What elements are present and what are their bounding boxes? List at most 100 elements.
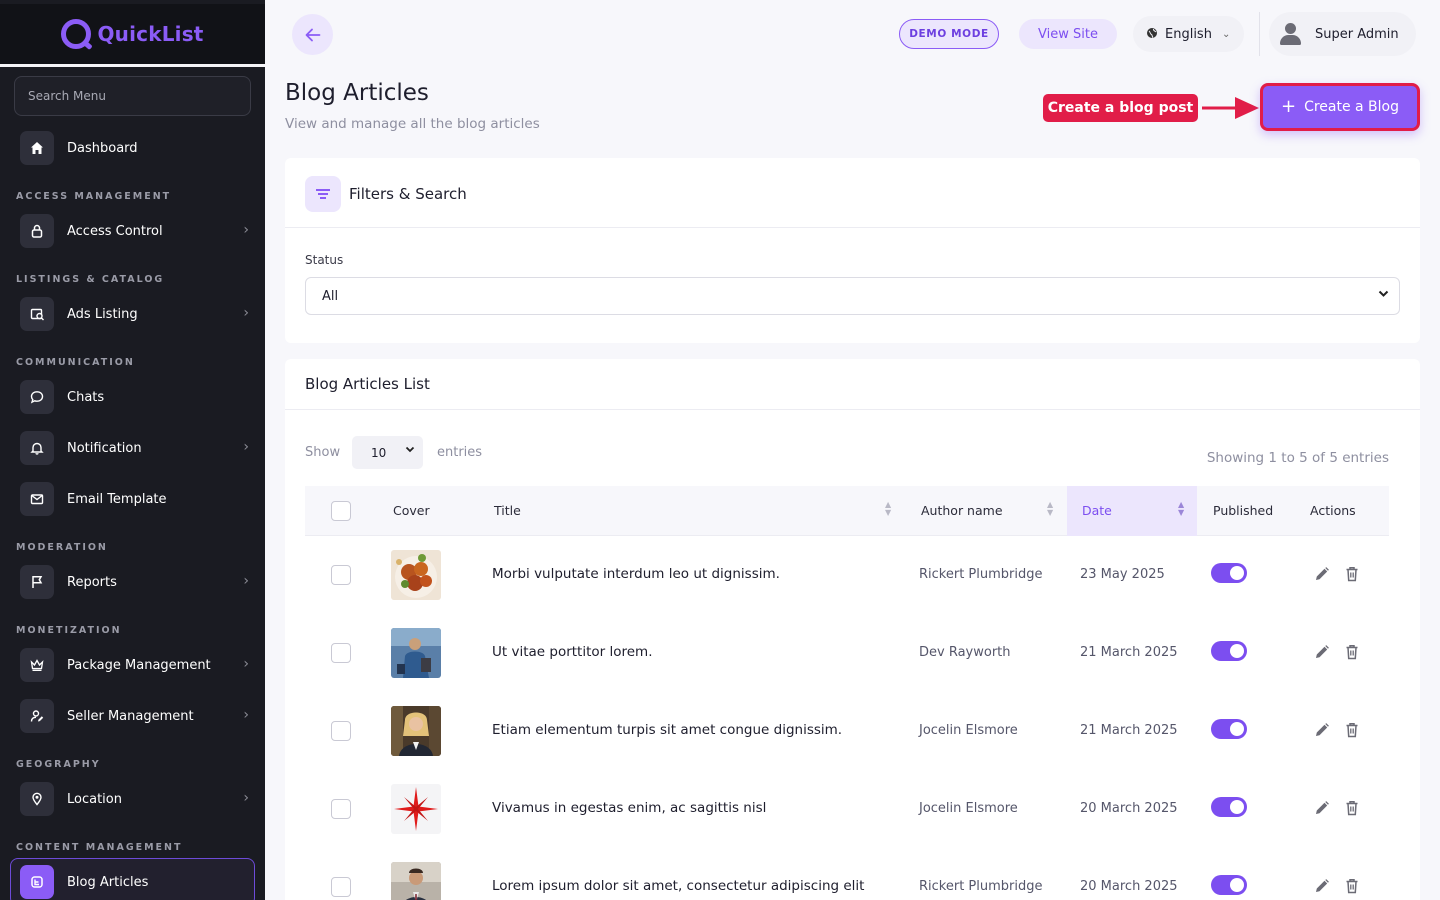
row-checkbox[interactable] — [331, 877, 351, 897]
row-checkbox[interactable] — [331, 799, 351, 819]
column-title[interactable]: Title — [494, 503, 521, 518]
row-checkbox[interactable] — [331, 643, 351, 663]
chevron-right-icon: › — [243, 656, 249, 672]
section-geography: GEOGRAPHY — [16, 759, 101, 770]
row-title[interactable]: Ut vitae porttitor lorem. — [492, 644, 653, 660]
sidebar-item-blog-articles[interactable]: Blog Articles — [20, 865, 255, 899]
row-title[interactable]: Morbi vulputate interdum leo ut dignissi… — [492, 566, 780, 582]
sidebar-item-email-template[interactable]: Email Template — [20, 482, 255, 516]
sidebar-item-location[interactable]: Location › — [20, 782, 255, 816]
ad-search-icon — [20, 297, 54, 331]
filter-icon — [305, 176, 341, 212]
filters-header: Filters & Search — [305, 176, 467, 212]
trash-icon[interactable] — [1343, 799, 1361, 817]
sidebar-item-package-management[interactable]: Package Management › — [20, 648, 255, 682]
page-title: Blog Articles — [285, 80, 429, 106]
quicklist-logo-icon — [61, 19, 92, 49]
column-author[interactable]: Author name — [921, 503, 1003, 518]
brand-logo[interactable]: QuickList — [0, 4, 265, 64]
row-author: Dev Rayworth — [919, 645, 1011, 660]
sidebar-item-label: Dashboard — [67, 140, 138, 156]
sort-icon[interactable]: ▲ ▼ — [1047, 501, 1053, 517]
sidebar-item-dashboard[interactable]: Dashboard — [20, 131, 255, 165]
edit-icon[interactable] — [1313, 877, 1331, 895]
cover-image[interactable] — [391, 862, 441, 900]
sidebar-item-seller-management[interactable]: Seller Management › — [20, 699, 255, 733]
row-title[interactable]: Lorem ipsum dolor sit amet, consectetur … — [492, 878, 864, 894]
sort-icon[interactable]: ▲ ▼ — [1178, 501, 1184, 517]
trash-icon[interactable] — [1343, 721, 1361, 739]
filters-title: Filters & Search — [349, 185, 467, 203]
user-menu[interactable]: Super Admin — [1269, 12, 1416, 56]
sidebar-item-notification[interactable]: Notification › — [20, 431, 255, 465]
lock-icon — [20, 214, 54, 248]
create-blog-button[interactable]: + Create a Blog — [1260, 83, 1420, 131]
row-checkbox[interactable] — [331, 565, 351, 585]
topbar-divider — [1259, 12, 1260, 56]
chevron-right-icon: › — [243, 790, 249, 806]
create-blog-callout: Create a blog post — [1043, 94, 1198, 122]
sidebar: QuickList Search Menu Dashboard ACCESS M… — [0, 0, 265, 900]
row-date: 21 March 2025 — [1080, 723, 1178, 738]
sidebar-item-label: Notification — [67, 440, 142, 456]
table-row: Ut vitae porttitor lorem. Dev Rayworth 2… — [305, 614, 1389, 692]
sidebar-item-chats[interactable]: Chats — [20, 380, 255, 414]
trash-icon[interactable] — [1343, 565, 1361, 583]
show-label: Show — [305, 445, 341, 460]
published-toggle[interactable] — [1211, 563, 1247, 583]
published-toggle[interactable] — [1211, 641, 1247, 661]
published-toggle[interactable] — [1211, 797, 1247, 817]
bell-icon — [20, 431, 54, 465]
status-select[interactable]: All — [305, 277, 1400, 315]
row-author: Rickert Plumbridge — [919, 567, 1043, 582]
page-size-select[interactable]: 10 — [352, 436, 423, 469]
cover-image[interactable] — [391, 784, 441, 834]
blog-list-card: Blog Articles List Show 10 entries Showi… — [285, 359, 1420, 900]
column-actions: Actions — [1310, 503, 1356, 518]
column-published: Published — [1213, 503, 1274, 518]
language-label: English — [1165, 26, 1212, 42]
search-menu-input[interactable]: Search Menu — [14, 76, 251, 116]
row-author: Rickert Plumbridge — [919, 879, 1043, 894]
edit-icon[interactable] — [1313, 799, 1331, 817]
section-monetization: MONETIZATION — [16, 625, 122, 636]
status-label: Status — [305, 253, 344, 267]
edit-icon[interactable] — [1313, 565, 1331, 583]
sidebar-item-reports[interactable]: Reports › — [20, 565, 255, 599]
edit-icon[interactable] — [1313, 643, 1331, 661]
avatar — [1279, 22, 1303, 46]
language-selector[interactable]: English ⌄ — [1133, 16, 1244, 52]
chevron-right-icon: › — [243, 305, 249, 321]
table-row: Morbi vulputate interdum leo ut dignissi… — [305, 536, 1389, 614]
sidebar-item-access-control[interactable]: Access Control › — [20, 214, 255, 248]
sidebar-item-label: Access Control — [67, 223, 163, 239]
page-size-value: 10 — [371, 445, 387, 460]
row-date: 20 March 2025 — [1080, 879, 1178, 894]
section-moderation: MODERATION — [16, 542, 108, 553]
edit-icon[interactable] — [1313, 721, 1331, 739]
row-title[interactable]: Etiam elementum turpis sit amet congue d… — [492, 722, 842, 738]
mail-icon — [20, 482, 54, 516]
arrow-left-icon — [305, 28, 320, 41]
trash-icon[interactable] — [1343, 877, 1361, 895]
column-date[interactable]: Date — [1082, 503, 1112, 518]
cover-image[interactable] — [391, 706, 441, 756]
cover-image[interactable] — [391, 550, 441, 600]
published-toggle[interactable] — [1211, 875, 1247, 895]
user-edit-icon — [20, 699, 54, 733]
map-pin-icon — [20, 782, 54, 816]
view-site-button[interactable]: View Site — [1019, 19, 1117, 49]
list-divider — [285, 409, 1420, 410]
page-subtitle: View and manage all the blog articles — [285, 116, 540, 132]
row-checkbox[interactable] — [331, 721, 351, 741]
published-toggle[interactable] — [1211, 719, 1247, 739]
row-title[interactable]: Vivamus in egestas enim, ac sagittis nis… — [492, 800, 766, 816]
cover-image[interactable] — [391, 628, 441, 678]
sort-icon[interactable]: ▲ ▼ — [885, 501, 891, 517]
trash-icon[interactable] — [1343, 643, 1361, 661]
back-button[interactable] — [292, 14, 333, 55]
sidebar-item-label: Seller Management — [67, 708, 194, 724]
filters-divider — [285, 227, 1420, 228]
select-all-checkbox[interactable] — [331, 501, 351, 521]
sidebar-item-ads-listing[interactable]: Ads Listing › — [20, 297, 255, 331]
